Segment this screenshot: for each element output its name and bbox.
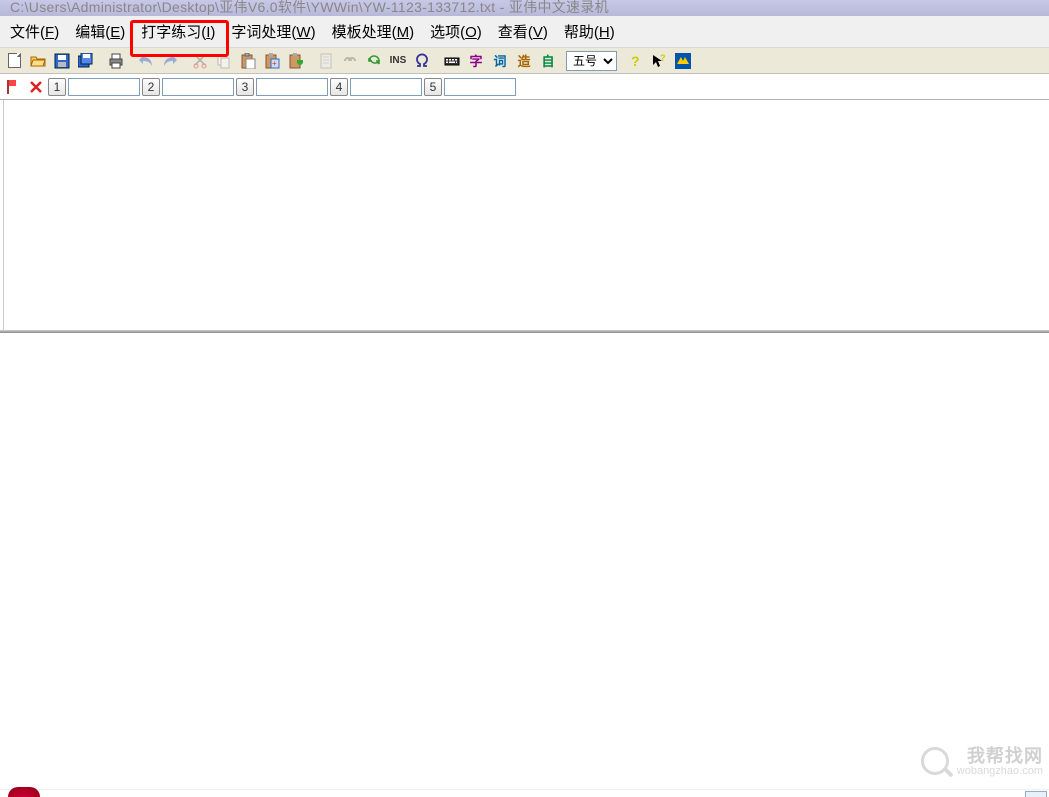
save-all-button[interactable] xyxy=(74,50,98,72)
refresh-icon xyxy=(366,53,382,69)
menu-file[interactable]: 文件(F) xyxy=(2,17,67,46)
app-logo-icon xyxy=(675,53,691,69)
create-word-button[interactable]: 造 xyxy=(512,50,536,72)
input-mode-button[interactable] xyxy=(4,78,24,96)
new-button[interactable] xyxy=(2,50,26,72)
svg-text:?: ? xyxy=(660,53,666,63)
copy-icon xyxy=(216,53,232,69)
taskbar-app-peek xyxy=(8,787,40,797)
clipboard-icon xyxy=(240,53,256,69)
zao-icon: 造 xyxy=(517,51,530,70)
help-icon: ? xyxy=(627,53,643,69)
pointer-help-icon: ? xyxy=(651,53,667,69)
print-button[interactable] xyxy=(104,50,128,72)
flag-icon xyxy=(5,79,23,95)
save-button[interactable] xyxy=(50,50,74,72)
menu-typing-practice[interactable]: 打字练习(I) xyxy=(133,17,223,46)
omega-icon xyxy=(414,53,430,69)
scissors-icon xyxy=(192,53,208,69)
new-file-icon xyxy=(8,53,21,68)
word-button[interactable]: 词 xyxy=(488,50,512,72)
paste-button[interactable] xyxy=(236,50,260,72)
status-bar xyxy=(0,789,1049,797)
paste-special-button[interactable]: + xyxy=(260,50,284,72)
candidate-3-badge[interactable]: 3 xyxy=(236,78,254,96)
menu-options[interactable]: 选项(O) xyxy=(422,17,490,46)
help-button[interactable]: ? xyxy=(623,50,647,72)
auto-icon: 自 xyxy=(541,51,554,70)
chain-link-icon xyxy=(342,53,358,69)
symbol-button[interactable] xyxy=(410,50,434,72)
font-size-select[interactable]: 五号 xyxy=(566,51,617,71)
printer-icon xyxy=(108,53,124,69)
link-button[interactable] xyxy=(338,50,362,72)
window-title: C:\Users\Administrator\Desktop\亚伟V6.0软件\… xyxy=(10,0,609,15)
upper-editor-area[interactable] xyxy=(3,100,1049,330)
paste-append-button[interactable] xyxy=(284,50,308,72)
candidate-3-input[interactable] xyxy=(256,78,328,96)
keyboard-icon xyxy=(444,53,460,69)
ins-text-icon: INS xyxy=(390,55,407,66)
candidate-2-input[interactable] xyxy=(162,78,234,96)
close-candidates-button[interactable] xyxy=(26,78,46,96)
keyboard-button[interactable] xyxy=(440,50,464,72)
clipboard-arrow-icon xyxy=(288,53,304,69)
menu-template-processing[interactable]: 模板处理(M) xyxy=(324,17,423,46)
whats-this-button[interactable]: ? xyxy=(647,50,671,72)
zi-icon: 字 xyxy=(469,51,482,70)
svg-text:+: + xyxy=(272,59,277,68)
refresh-button[interactable] xyxy=(362,50,386,72)
copy-button[interactable] xyxy=(212,50,236,72)
resize-grip[interactable] xyxy=(1025,791,1047,797)
menu-help[interactable]: 帮助(H) xyxy=(556,17,623,46)
candidate-1-badge[interactable]: 1 xyxy=(48,78,66,96)
toolbar: + INS 字 词 造 xyxy=(0,48,1049,74)
save-icon xyxy=(54,53,70,69)
redo-button[interactable] xyxy=(158,50,182,72)
candidate-input-row: 1 2 3 4 5 xyxy=(0,74,1049,100)
undo-icon xyxy=(138,53,154,69)
menu-view[interactable]: 查看(V) xyxy=(490,17,556,46)
candidate-1-input[interactable] xyxy=(68,78,140,96)
window-title-bar: C:\Users\Administrator\Desktop\亚伟V6.0软件\… xyxy=(0,0,1049,16)
close-icon xyxy=(29,80,43,94)
upper-editor-pane[interactable] xyxy=(0,100,1049,333)
cut-button[interactable] xyxy=(188,50,212,72)
candidate-2-badge[interactable]: 2 xyxy=(142,78,160,96)
svg-text:?: ? xyxy=(631,53,640,69)
menu-bar: 文件(F) 编辑(E) 打字练习(I) 字词处理(W) 模板处理(M) 选项(O… xyxy=(0,16,1049,48)
ci-icon: 词 xyxy=(493,51,506,70)
character-button[interactable]: 字 xyxy=(464,50,488,72)
clipboard-plus-icon: + xyxy=(264,53,280,69)
insert-mode-button[interactable]: INS xyxy=(386,50,410,72)
candidate-4-badge[interactable]: 4 xyxy=(330,78,348,96)
open-folder-icon xyxy=(30,53,46,69)
save-all-icon xyxy=(78,53,94,69)
candidate-5-badge[interactable]: 5 xyxy=(424,78,442,96)
menu-edit[interactable]: 编辑(E) xyxy=(67,17,133,46)
open-button[interactable] xyxy=(26,50,50,72)
document-button[interactable] xyxy=(314,50,338,72)
document-icon xyxy=(318,53,334,69)
candidate-5-input[interactable] xyxy=(444,78,516,96)
lower-editor-pane[interactable] xyxy=(0,333,1049,783)
auto-button[interactable]: 自 xyxy=(536,50,560,72)
redo-icon xyxy=(162,53,178,69)
candidate-4-input[interactable] xyxy=(350,78,422,96)
about-button[interactable] xyxy=(671,50,695,72)
undo-button[interactable] xyxy=(134,50,158,72)
menu-word-processing[interactable]: 字词处理(W) xyxy=(223,17,323,46)
